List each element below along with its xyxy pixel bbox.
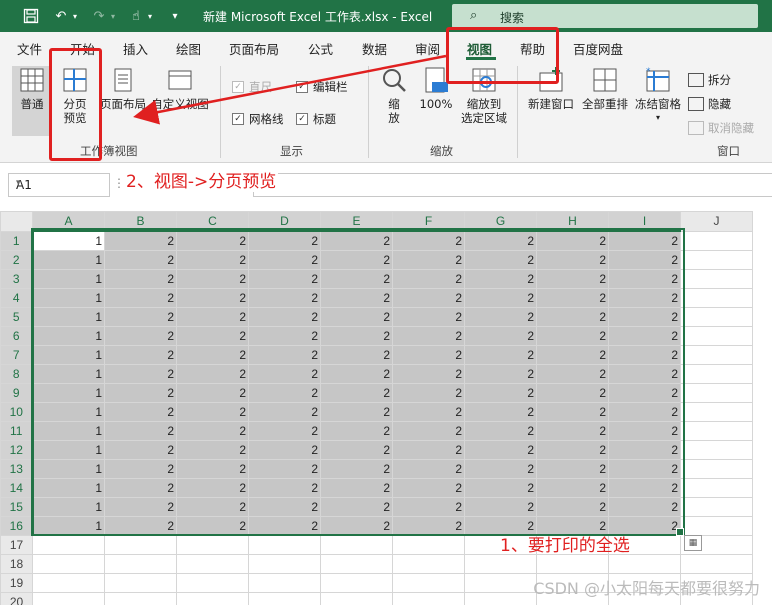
arrow-view-to-page-break	[133, 54, 447, 125]
annotation-arrows	[133, 54, 447, 125]
watermark: CSDN @小太阳每天都要很努力	[533, 579, 760, 598]
